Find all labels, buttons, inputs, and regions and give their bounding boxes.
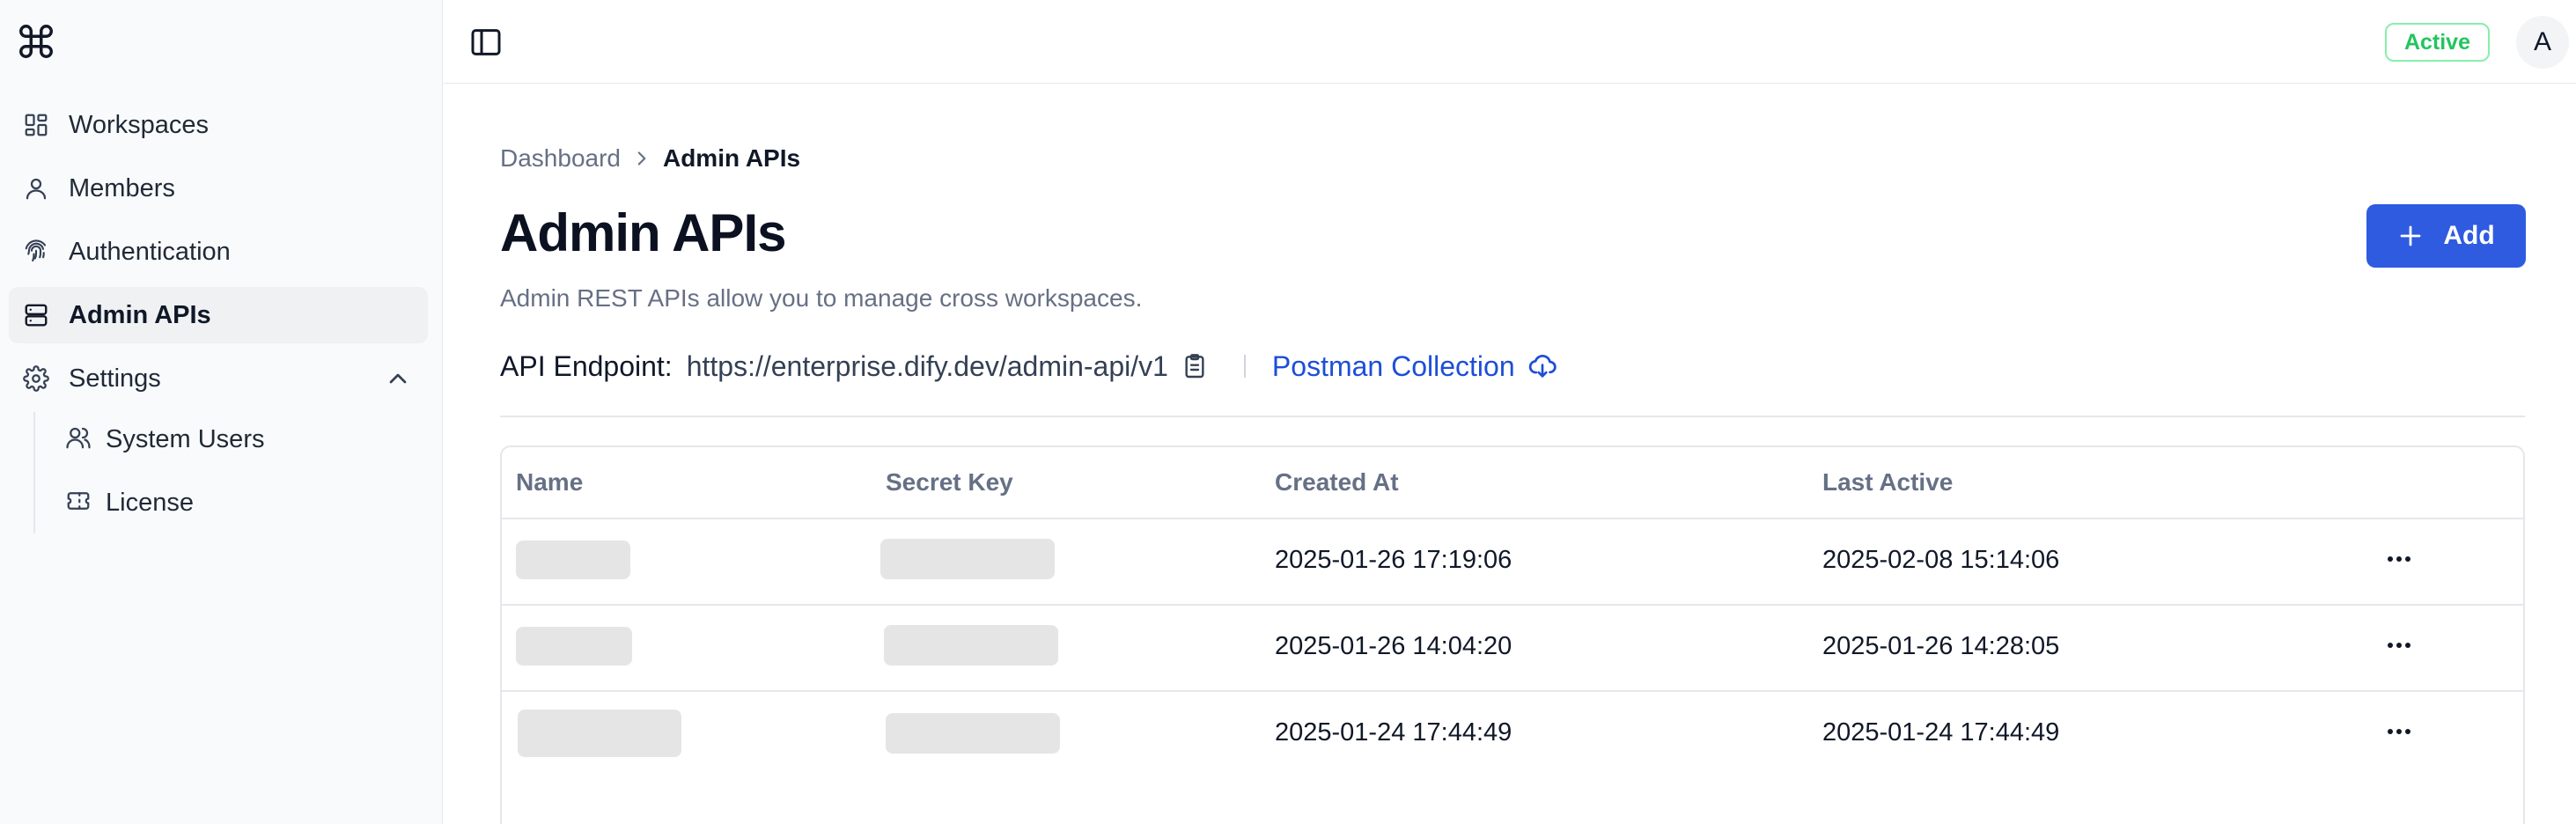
secret-key-placeholder — [880, 539, 1055, 579]
column-header-last-active: Last Active — [1822, 468, 1954, 496]
name-placeholder — [516, 541, 630, 579]
breadcrumb-current: Admin APIs — [662, 144, 801, 172]
secret-key-placeholder — [884, 625, 1058, 666]
chevron-right-icon — [626, 146, 658, 171]
api-endpoint-label: API Endpoint: — [500, 349, 673, 382]
last-active-cell: 2025-01-26 14:28:05 — [1822, 632, 2060, 660]
more-options-icon[interactable] — [2379, 711, 2419, 752]
avatar[interactable]: A — [2516, 16, 2569, 69]
page-description: Admin REST APIs allow you to manage cros… — [500, 284, 1143, 312]
created-at-cell: 2025-01-26 17:19:06 — [1275, 546, 1512, 574]
add-button[interactable]: Add — [2366, 204, 2526, 268]
sidebar-item-label: System Users — [106, 424, 265, 453]
ticket-icon — [65, 488, 92, 519]
cloud-download-icon[interactable] — [1527, 351, 1557, 381]
sidebar-item-label: License — [106, 488, 194, 517]
sidebar-item-license[interactable]: License — [55, 477, 424, 528]
api-endpoint-url: https://enterprise.dify.dev/admin-api/v1 — [686, 349, 1168, 382]
fingerprint-icon — [21, 237, 51, 267]
row-divider — [502, 518, 2523, 519]
name-placeholder — [518, 710, 681, 757]
users-icon — [65, 424, 92, 455]
postman-collection-link[interactable]: Postman Collection — [1272, 350, 1515, 383]
chevron-up-icon[interactable] — [384, 364, 412, 393]
top-bar: Active A — [444, 0, 2576, 84]
gear-icon — [21, 364, 51, 394]
row-divider — [502, 604, 2523, 606]
user-icon — [21, 173, 51, 203]
secret-key-placeholder — [886, 713, 1060, 754]
section-divider — [500, 416, 2525, 417]
sidebar-item-label: Admin APIs — [69, 300, 211, 329]
sidebar-item-system-users[interactable]: System Users — [55, 414, 424, 465]
sidebar-item-label: Members — [69, 173, 175, 202]
sidebar-item-label: Workspaces — [69, 110, 210, 139]
column-header-secret-key: Secret Key — [886, 468, 1013, 496]
separator — [1243, 355, 1246, 378]
sidebar-item-workspaces[interactable]: Workspaces — [9, 97, 428, 153]
add-button-label: Add — [2443, 221, 2495, 250]
sidebar-item-members[interactable]: Members — [9, 160, 428, 217]
api-endpoint-row: API Endpoint: https://enterprise.dify.de… — [500, 348, 1557, 385]
sidebar-item-admin-apis[interactable]: Admin APIs — [9, 287, 428, 343]
breadcrumb-dashboard-link[interactable]: Dashboard — [500, 144, 621, 173]
submenu-divider — [33, 412, 35, 533]
sidebar-item-authentication[interactable]: Authentication — [9, 224, 428, 280]
last-active-cell: 2025-01-24 17:44:49 — [1822, 718, 2060, 747]
column-header-created-at: Created At — [1275, 468, 1399, 496]
created-at-cell: 2025-01-24 17:44:49 — [1275, 718, 1512, 747]
sidebar-item-label: Settings — [69, 364, 161, 393]
sidebar-item-label: Authentication — [69, 237, 231, 266]
grid-icon — [21, 110, 51, 140]
more-options-icon[interactable] — [2379, 625, 2419, 666]
more-options-icon[interactable] — [2379, 539, 2419, 579]
status-badge: Active — [2384, 23, 2490, 62]
last-active-cell: 2025-02-08 15:14:06 — [1822, 546, 2060, 574]
name-placeholder — [516, 627, 632, 666]
breadcrumb: Dashboard Admin APIs — [500, 143, 800, 174]
row-divider — [502, 690, 2523, 692]
created-at-cell: 2025-01-26 14:04:20 — [1275, 632, 1512, 660]
sidebar-item-settings[interactable]: Settings — [9, 350, 428, 407]
column-header-name: Name — [516, 468, 584, 496]
clipboard-copy-icon[interactable] — [1181, 352, 1209, 380]
plus-icon — [2400, 225, 2421, 246]
sidebar: Workspaces Members Authentication Admin … — [0, 0, 443, 824]
server-icon — [21, 300, 51, 330]
page-title: Admin APIs — [500, 203, 786, 262]
command-logo-icon[interactable] — [16, 21, 56, 62]
api-keys-table: Name Secret Key Created At Last Active 2… — [500, 445, 2525, 824]
sidebar-toggle-icon[interactable] — [468, 25, 504, 60]
